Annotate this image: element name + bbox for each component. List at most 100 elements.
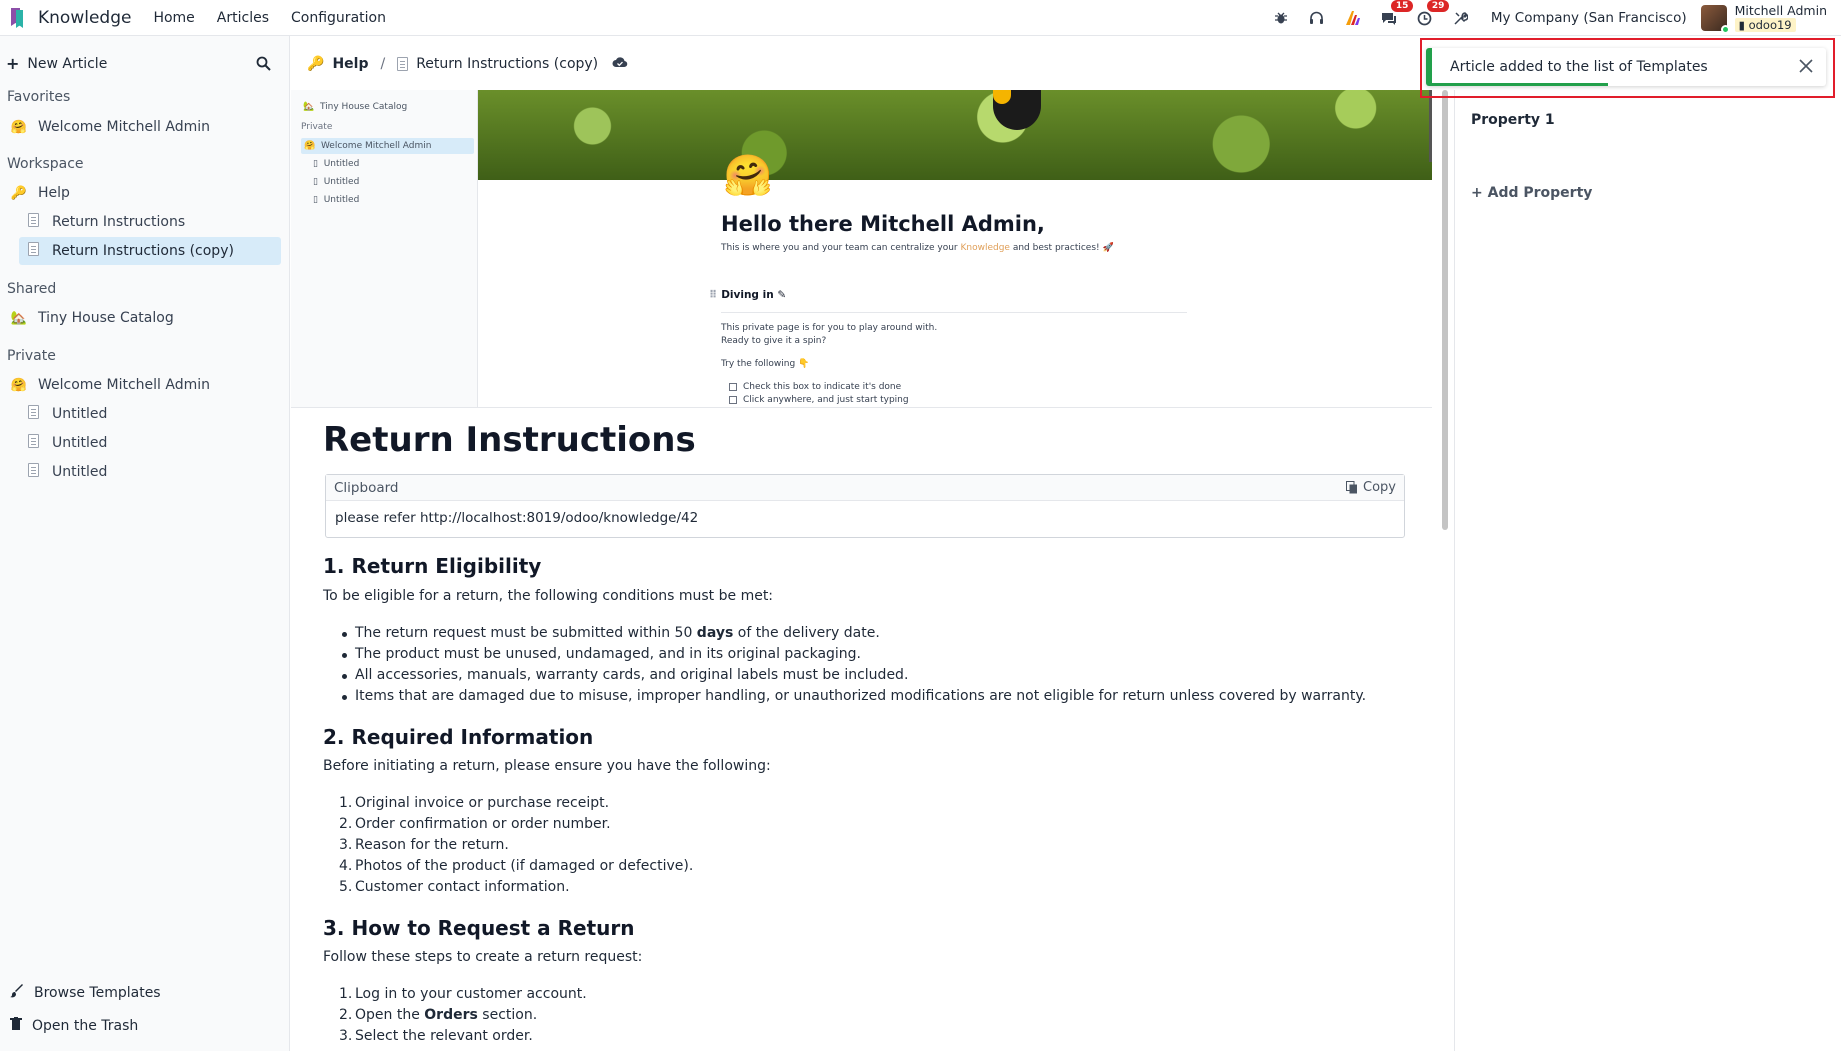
preview-line-1: This private page is for you to play aro… bbox=[721, 323, 938, 333]
sidebar-item-untitled-1[interactable]: Untitled bbox=[24, 400, 280, 428]
preview-line-2: Ready to give it a spin? bbox=[721, 336, 827, 346]
list-item: 1. Original invoice or purchase receipt. bbox=[339, 795, 610, 811]
user-name: Mitchell Admin bbox=[1734, 3, 1827, 18]
toucan-image bbox=[993, 90, 1041, 130]
knowledge-app-logo-icon[interactable] bbox=[8, 5, 26, 31]
messages-count-badge: 15 bbox=[1390, 0, 1414, 12]
preview-scrollbar[interactable] bbox=[1429, 90, 1432, 162]
hugging-face-emoji-icon: 🤗 bbox=[10, 119, 28, 135]
list-item: 4. Photos of the product (if damaged or d… bbox=[339, 858, 694, 874]
preview-item-untitled-2: ▯ Untitled bbox=[313, 177, 360, 187]
new-article-button[interactable]: + New Article bbox=[6, 54, 107, 73]
sidebar-item-help[interactable]: 🔑 Help bbox=[10, 179, 280, 207]
user-menu[interactable]: Mitchell Admin ▮ odoo19 bbox=[1734, 3, 1827, 33]
bug-icon[interactable] bbox=[1271, 8, 1291, 28]
house-emoji-icon: 🏡 bbox=[10, 310, 28, 326]
document-icon bbox=[27, 213, 39, 227]
preview-divider bbox=[721, 312, 1187, 313]
headset-icon[interactable] bbox=[1307, 8, 1327, 28]
messages-icon[interactable]: 15 bbox=[1379, 0, 1414, 28]
sidebar-item-welcome-private[interactable]: 🤗 Welcome Mitchell Admin bbox=[10, 371, 280, 399]
clipboard-block: Clipboard Copy please refer http://local… bbox=[325, 474, 1405, 538]
preview-checklist-item-1: Check this box to indicate it's done bbox=[729, 382, 901, 392]
properties-panel: Property 1 + Add Property bbox=[1454, 90, 1841, 1051]
breadcrumb: 🔑 Help / Return Instructions (copy) bbox=[307, 56, 628, 72]
add-property-button[interactable]: + Add Property bbox=[1471, 185, 1592, 201]
activities-count-badge: 29 bbox=[1426, 0, 1450, 12]
preview-item-welcome: 🤗 Welcome Mitchell Admin bbox=[301, 138, 474, 154]
systray: 15 29 My Company (San Francisco) Mitchel… bbox=[1255, 0, 1841, 36]
list-item: All accessories, manuals, warranty cards… bbox=[341, 667, 909, 683]
trash-icon bbox=[10, 1017, 22, 1034]
user-avatar[interactable] bbox=[1700, 5, 1730, 34]
main-menu: Home Articles Configuration bbox=[153, 10, 386, 26]
paragraph: Before initiating a return, please ensur… bbox=[323, 758, 771, 774]
app-title[interactable]: Knowledge bbox=[38, 8, 131, 28]
checkbox-icon bbox=[729, 396, 737, 404]
studio-icon[interactable] bbox=[1343, 8, 1363, 28]
list-item: 5. Customer contact information. bbox=[339, 879, 570, 895]
preview-title: Hello there Mitchell Admin, bbox=[721, 212, 1045, 236]
knowledge-sidebar: + New Article Favorites 🤗 Welcome Mitche… bbox=[0, 36, 290, 1051]
preview-sidebar: 🏡 Tiny House Catalog Private 🤗 Welcome M… bbox=[291, 90, 478, 407]
property-1-label[interactable]: Property 1 bbox=[1471, 112, 1555, 128]
cloud-saved-icon bbox=[612, 56, 628, 72]
browse-templates-link[interactable]: Browse Templates bbox=[10, 984, 161, 1002]
key-emoji-icon: 🔑 bbox=[307, 56, 325, 72]
section-heading-request-return: 3. How to Request a Return bbox=[323, 916, 635, 940]
embedded-article-preview[interactable]: 🏡 Tiny House Catalog Private 🤗 Welcome M… bbox=[291, 90, 1432, 408]
tools-icon[interactable] bbox=[1451, 8, 1471, 28]
clipboard-content[interactable]: please refer http://localhost:8019/odoo/… bbox=[326, 501, 1404, 535]
notification-message: Article added to the list of Templates bbox=[1450, 59, 1708, 75]
breadcrumb-parent-help[interactable]: Help bbox=[332, 56, 368, 72]
article-title[interactable]: Return Instructions bbox=[323, 420, 696, 460]
sidebar-item-return-instructions[interactable]: Return Instructions bbox=[24, 208, 280, 236]
list-item: 3. Reason for the return. bbox=[339, 837, 509, 853]
plus-icon: + bbox=[6, 54, 20, 73]
search-icon[interactable] bbox=[256, 56, 272, 72]
hugging-face-emoji-icon: 🤗 bbox=[10, 377, 28, 393]
list-item: 1. Log in to your customer account. bbox=[339, 986, 587, 1002]
list-item: 2. Order confirmation or order number. bbox=[339, 816, 611, 832]
database-badge: ▮ odoo19 bbox=[1734, 18, 1796, 32]
sidebar-item-welcome-favorite[interactable]: 🤗 Welcome Mitchell Admin bbox=[10, 113, 280, 141]
breadcrumb-separator: / bbox=[380, 56, 386, 72]
paintbrush-icon bbox=[10, 984, 24, 1002]
open-trash-link[interactable]: Open the Trash bbox=[10, 1017, 138, 1034]
sidebar-item-return-instructions-copy[interactable]: Return Instructions (copy) bbox=[19, 237, 281, 265]
preview-subtitle: This is where you and your team can cent… bbox=[721, 243, 1114, 253]
preview-item-untitled-1: ▯ Untitled bbox=[313, 159, 360, 169]
notification-progress-bar bbox=[1432, 83, 1608, 86]
preview-checklist-item-2: Click anywhere, and just start typing bbox=[729, 395, 909, 405]
list-item: The return request must be submitted wit… bbox=[342, 625, 880, 641]
sidebar-item-untitled-2[interactable]: Untitled bbox=[24, 429, 280, 457]
article-scrollbar[interactable] bbox=[1442, 90, 1448, 530]
preview-heading: ⠿ Diving in ✎ bbox=[709, 289, 787, 301]
list-item: The product must be unused, undamaged, a… bbox=[341, 646, 862, 662]
online-status-icon bbox=[1720, 25, 1730, 34]
preview-line-3: Try the following 👇 bbox=[721, 359, 810, 369]
list-item: Items that are damaged due to misuse, im… bbox=[341, 688, 1367, 704]
workspace-section-title: Workspace bbox=[7, 156, 84, 172]
menu-articles[interactable]: Articles bbox=[217, 10, 269, 26]
sidebar-item-untitled-3[interactable]: Untitled bbox=[24, 458, 280, 486]
top-navbar: Knowledge Home Articles Configuration 15… bbox=[0, 0, 1841, 36]
breadcrumb-current-article[interactable]: Return Instructions (copy) bbox=[416, 56, 598, 72]
company-switcher[interactable]: My Company (San Francisco) bbox=[1491, 10, 1687, 26]
menu-home[interactable]: Home bbox=[153, 10, 194, 26]
menu-configuration[interactable]: Configuration bbox=[291, 10, 386, 26]
clipboard-header: Clipboard Copy bbox=[326, 475, 1404, 501]
copy-button[interactable]: Copy bbox=[1346, 480, 1396, 495]
paragraph: Follow these steps to create a return re… bbox=[323, 949, 643, 965]
plus-icon: + bbox=[1471, 185, 1483, 201]
document-icon bbox=[397, 57, 409, 71]
private-section-title: Private bbox=[7, 348, 56, 364]
activities-clock-icon[interactable]: 29 bbox=[1415, 0, 1450, 28]
section-heading-eligibility: 1. Return Eligibility bbox=[323, 554, 542, 578]
close-icon[interactable] bbox=[1798, 58, 1814, 74]
sidebar-item-tiny-house-catalog[interactable]: 🏡 Tiny House Catalog bbox=[10, 304, 280, 332]
preview-item-tiny-house: 🏡 Tiny House Catalog bbox=[303, 102, 408, 112]
copy-icon bbox=[1346, 481, 1358, 494]
shared-section-title: Shared bbox=[7, 281, 57, 297]
preview-private-title: Private bbox=[301, 122, 333, 132]
